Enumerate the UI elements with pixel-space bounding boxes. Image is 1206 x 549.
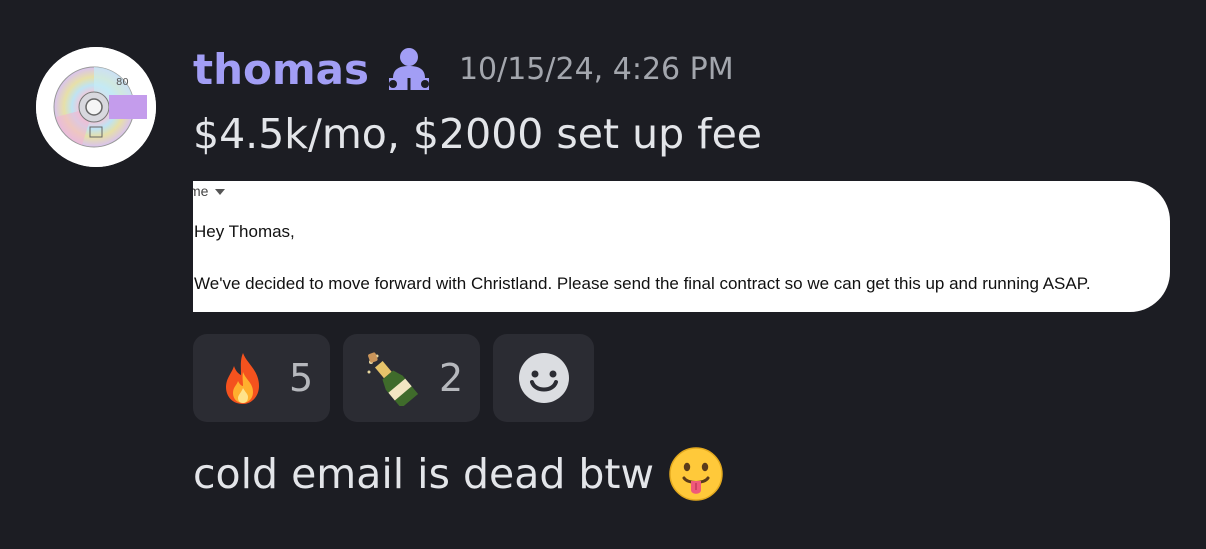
- caret-down-icon: [215, 189, 226, 196]
- smiley-icon: [516, 350, 572, 406]
- message-text: cold email is dead btw: [193, 450, 655, 498]
- email-recipient: me: [193, 183, 226, 199]
- email-recipient-text: me: [193, 183, 209, 199]
- chat-message: 80 thomas 10/15/24, 4:26 PM $4.5k/mo, $2…: [0, 0, 1206, 549]
- email-body: We've decided to move forward with Chris…: [194, 274, 1091, 293]
- add-reaction-button[interactable]: [493, 334, 594, 422]
- face-with-tongue-icon: [668, 446, 724, 502]
- email-greeting: Hey Thomas,: [194, 222, 295, 241]
- message-text-second: cold email is dead btw: [193, 444, 724, 504]
- reaction-count: 5: [289, 356, 314, 400]
- email-screenshot-attachment[interactable]: me Hey Thomas, We've decided to move for…: [193, 181, 1170, 312]
- reaction-fire[interactable]: 5: [193, 334, 330, 422]
- reaction-count: 2: [439, 356, 464, 400]
- timestamp: 10/15/24, 4:26 PM: [458, 52, 734, 87]
- message-text: $4.5k/mo, $2000 set up fee: [193, 110, 763, 158]
- person-reading-icon[interactable]: [383, 44, 435, 96]
- avatar[interactable]: 80: [36, 47, 156, 167]
- fire-icon: [215, 350, 271, 406]
- message-header: thomas 10/15/24, 4:26 PM: [193, 40, 734, 100]
- username[interactable]: thomas: [193, 40, 369, 100]
- cd-disc-image: 80: [36, 47, 156, 167]
- reaction-bottle-with-popping-cork[interactable]: 2: [343, 334, 480, 422]
- bottle-with-popping-cork-icon: [365, 350, 421, 409]
- reaction-bar: 5 2: [193, 334, 594, 422]
- avatar-label: 80: [116, 77, 129, 88]
